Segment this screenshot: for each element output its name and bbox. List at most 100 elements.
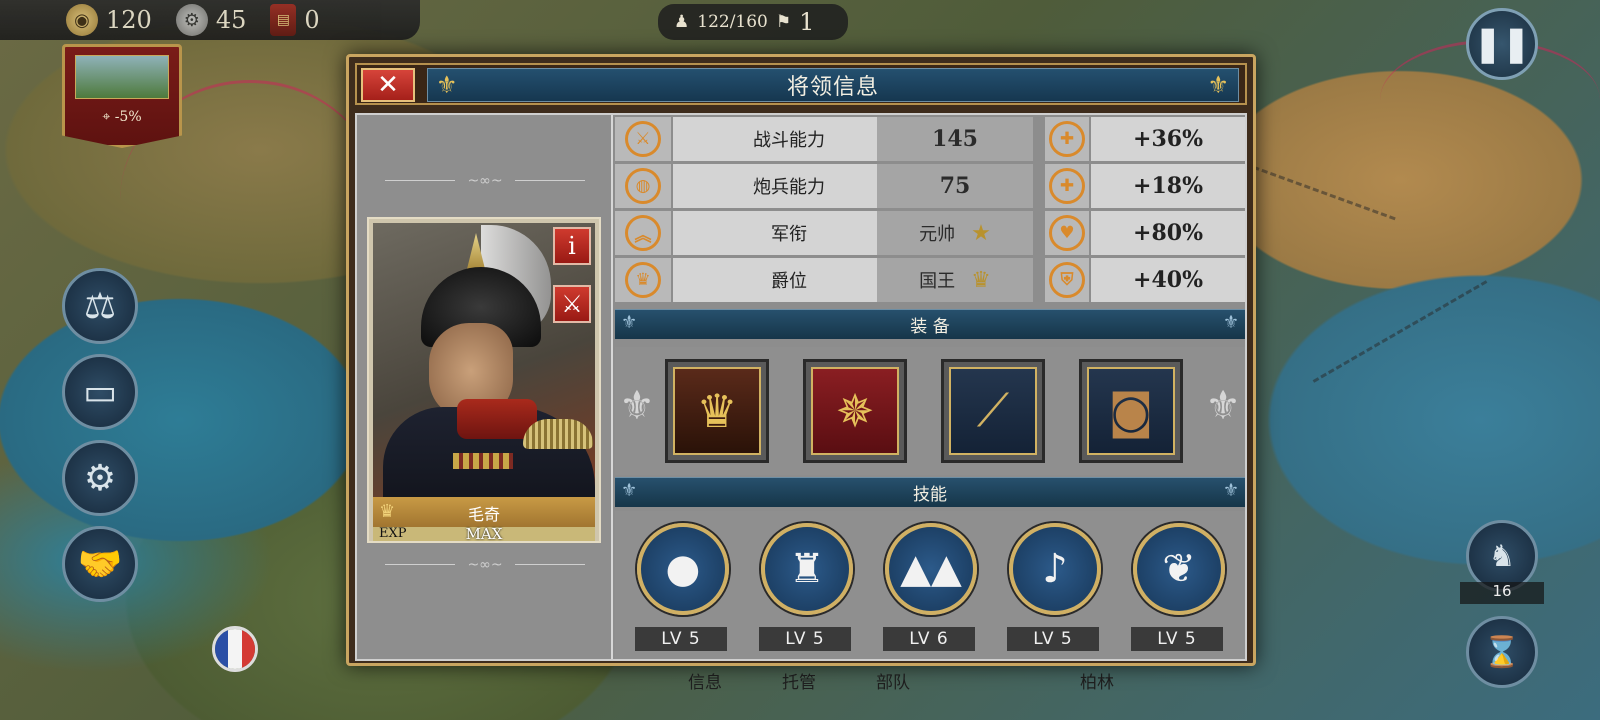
equipment-slot-medal[interactable]: ✵	[803, 359, 907, 463]
fleur-de-lis-icon: ⚜	[1207, 71, 1230, 99]
cannon-icon: ⚔	[561, 290, 583, 318]
skill-level: LV 5	[1131, 627, 1223, 651]
feather-icon: ❦	[1133, 523, 1225, 615]
pause-button[interactable]: ❚❚	[1466, 8, 1538, 80]
exp-value: MAX	[465, 525, 503, 543]
skill-level: LV 5	[635, 627, 727, 651]
flag-icon: ⚑	[775, 12, 792, 32]
info-icon: i	[568, 232, 576, 260]
pause-icon: ❚❚	[1473, 24, 1531, 64]
stat-label: 炮兵能力	[673, 164, 905, 208]
fleur-de-lis-icon: ⚜	[436, 71, 459, 99]
dialog-header: ✕ ⚜ 将领信息 ⚜	[355, 63, 1247, 105]
attack-bonus-icon: ✚	[1049, 121, 1085, 157]
end-turn-button[interactable]: ⌛	[1466, 616, 1538, 688]
alliance-button[interactable]: 🤝	[62, 526, 138, 602]
equipment-title: 装 备	[910, 317, 950, 337]
close-button[interactable]: ✕	[361, 68, 415, 102]
stat-label: 军衔	[673, 211, 905, 255]
fleur-de-lis-icon: ⚜	[621, 480, 638, 501]
skill-slot[interactable]: ♜ LV 5	[757, 523, 857, 653]
dialog-title: 将领信息	[786, 75, 879, 100]
troop-capacity-indicator[interactable]: ♟ 122/160 ⚑ 1	[658, 4, 848, 40]
soldier-icon: ♟	[674, 12, 690, 32]
diplomacy-button[interactable]: ⚖	[62, 268, 138, 344]
skills-title: 技能	[913, 485, 947, 505]
gear-resource-icon: ⚙	[175, 4, 208, 36]
stat-value: 75	[877, 164, 1033, 208]
stat-row-nobility: ♛ 爵位 国王 ♛ ⛨ +40%	[615, 256, 1245, 303]
title-name: 国王	[919, 271, 956, 292]
wrench-gear-icon: ⚙	[83, 457, 117, 499]
artillery-bonus-icon: ✚	[1049, 168, 1085, 204]
supply-barrels-icon: ◙	[1087, 367, 1175, 455]
crossed-swords-icon: ⚔	[625, 121, 661, 157]
stat-bonus: +80%	[1091, 211, 1245, 255]
book-amount: 0	[304, 6, 320, 34]
cannon-icon: ◍	[625, 168, 661, 204]
handshake-icon: 🤝	[77, 544, 123, 585]
france-flag-icon[interactable]	[212, 626, 258, 672]
medal-icon: ✵	[811, 367, 899, 455]
rank-chevron-icon: ︽	[625, 215, 661, 251]
gold-coin-icon: ◉	[66, 4, 98, 36]
general-info-dialog: ✕ ⚜ 将领信息 ⚜ ~∞~ i ⚔ ♛ 毛奇 EXP MAX ~∞~ ⚔ 战斗…	[346, 54, 1256, 666]
fleur-de-lis-icon: ⚜	[621, 312, 638, 333]
general-name: 毛奇	[467, 505, 500, 524]
unit-counter: 16	[1460, 582, 1544, 604]
stat-value: 国王 ♛	[877, 258, 1033, 302]
hourglass-icon: ⌛	[1483, 634, 1521, 670]
defense-shield-icon: ⛨	[1049, 262, 1085, 298]
telescope-icon: ⟋	[949, 367, 1037, 455]
cards-button[interactable]: ▭	[62, 354, 138, 430]
stat-bonus: +18%	[1091, 164, 1245, 208]
general-detail-button[interactable]: i	[553, 227, 591, 265]
bottom-tab-bar: 信息 托管 部队 柏林	[680, 664, 1240, 720]
infantry-icon: ♞	[1488, 538, 1516, 574]
ornament-right: ⚜	[1205, 383, 1241, 429]
king-crown-icon: ♛	[971, 267, 991, 293]
troop-capacity: 122/160	[697, 12, 768, 32]
tab-army[interactable]: 部队	[876, 668, 910, 720]
stat-row-combat: ⚔ 战斗能力 145 ✚ +36%	[615, 115, 1245, 162]
skill-slot[interactable]: ❦ LV 5	[1129, 523, 1229, 653]
skill-slot[interactable]: ● LV 5	[633, 523, 733, 653]
settings-button[interactable]: ⚙	[62, 440, 138, 516]
skill-slot[interactable]: ♪ LV 5	[1005, 523, 1105, 653]
stat-label: 战斗能力	[673, 117, 905, 161]
city-label-berlin: 柏林	[1080, 673, 1114, 693]
terrain-banner[interactable]: ⌖ -5%	[62, 44, 182, 148]
stat-bonus: +40%	[1091, 258, 1245, 302]
stat-row-artillery: ◍ 炮兵能力 75 ✚ +18%	[615, 162, 1245, 209]
general-portrait-panel: ~∞~ i ⚔ ♛ 毛奇 EXP MAX ~∞~	[357, 115, 613, 659]
spikes-icon: ▲▲	[885, 523, 977, 615]
army-count: 1	[799, 8, 815, 36]
stat-row-rank: ︽ 军衔 元帅 ★ ♥ +80%	[615, 209, 1245, 256]
morale-heart-icon: ♥	[1049, 215, 1085, 251]
target-icon: ⌖	[102, 109, 111, 125]
ornament-left: ⚜	[619, 383, 655, 429]
equipment-slot-crown[interactable]: ♛	[665, 359, 769, 463]
stats-table: ⚔ 战斗能力 145 ✚ +36% ◍ 炮兵能力 75 ✚ +18% ︽ 军衔 …	[615, 115, 1245, 307]
fleur-de-lis-icon: ⚜	[1222, 480, 1239, 501]
skill-slot[interactable]: ▲▲ LV 6	[881, 523, 981, 653]
skills-panel: ● LV 5 ♜ LV 5 ▲▲ LV 6 ♪ LV 5 ❦ LV 5	[615, 511, 1245, 659]
equipment-slot-supplies[interactable]: ◙	[1079, 359, 1183, 463]
skills-header: ⚜ 技能 ⚜	[615, 477, 1245, 507]
nobility-crown-icon: ♛	[625, 262, 661, 298]
rank-name: 元帅	[919, 224, 956, 245]
book-icon: ▤	[270, 4, 297, 36]
fortress-icon: ♜	[761, 523, 853, 615]
bomb-icon: ●	[637, 523, 729, 615]
stat-label: 爵位	[673, 258, 905, 302]
stat-value: 元帅 ★	[877, 211, 1033, 255]
crown-icon: ♛	[673, 367, 761, 455]
tab-info[interactable]: 信息	[688, 668, 722, 720]
equipment-slot-telescope[interactable]: ⟋	[941, 359, 1045, 463]
stat-bonus: +36%	[1091, 117, 1245, 161]
tab-auto[interactable]: 托管	[782, 668, 816, 720]
skill-level: LV 5	[759, 627, 851, 651]
artillery-button[interactable]: ⚔	[553, 285, 591, 323]
skill-level: LV 5	[1007, 627, 1099, 651]
equipment-panel: ⚜ ♛ ✵ ⟋ ◙ ⚜	[615, 347, 1245, 475]
